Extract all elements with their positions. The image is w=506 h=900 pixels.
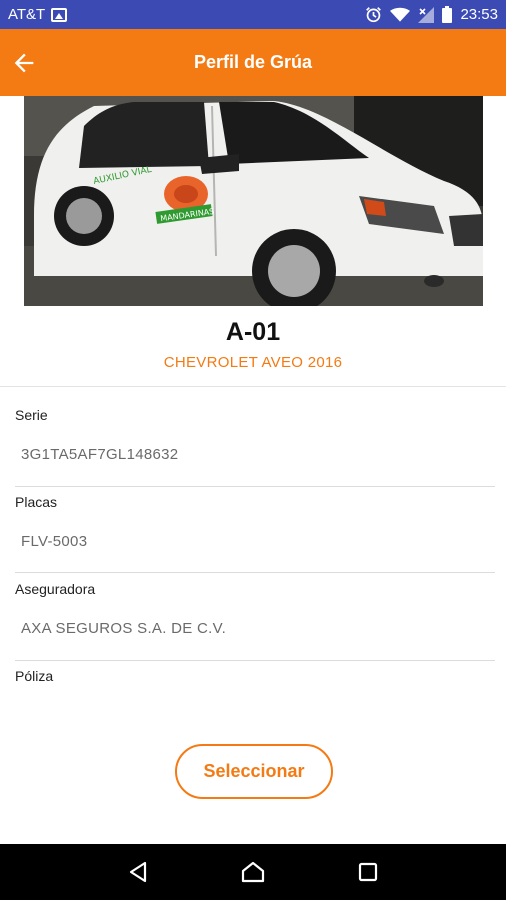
placas-value: FLV-5003 — [21, 533, 88, 550]
wifi-icon — [390, 7, 411, 22]
page-title: Perfil de Grúa — [193, 52, 313, 72]
back-button[interactable] — [10, 49, 38, 77]
system-nav-bar — [0, 844, 506, 900]
signal-icon — [418, 6, 435, 23]
truck-name: A-01 — [225, 318, 281, 346]
aseguradora-label: Aseguradora — [15, 581, 96, 597]
divider — [0, 386, 506, 387]
tow-truck-photo: AUXILIO VIAL MANDARINAS — [24, 96, 483, 306]
select-button[interactable]: Seleccionar — [175, 744, 333, 799]
battery-icon — [442, 6, 453, 23]
serie-label: Serie — [15, 407, 48, 423]
alarm-icon — [366, 7, 382, 23]
nav-recents-button[interactable] — [348, 852, 388, 892]
carrier-label: AT&T — [8, 6, 46, 23]
clock: 23:53 — [460, 6, 498, 23]
status-bar: AT&T 23:53 — [0, 0, 506, 29]
nav-home-button[interactable] — [233, 852, 273, 892]
back-triangle-icon — [129, 861, 146, 883]
image-notification-icon — [51, 7, 68, 22]
aseguradora-value: AXA SEGUROS S.A. DE C.V. — [21, 620, 227, 637]
recents-square-icon — [359, 862, 378, 882]
home-icon — [241, 861, 265, 883]
placas-label: Placas — [15, 494, 58, 510]
divider — [15, 486, 495, 487]
divider — [15, 660, 495, 661]
poliza-label: Póliza — [15, 668, 54, 684]
nav-back-button[interactable] — [118, 852, 158, 892]
divider — [15, 572, 495, 573]
arrow-left-icon — [14, 53, 34, 73]
truck-model: CHEVROLET AVEO 2016 — [163, 354, 343, 371]
app-bar: Perfil de Grúa — [0, 29, 506, 96]
serie-value: 3G1TA5AF7GL148632 — [21, 446, 179, 463]
